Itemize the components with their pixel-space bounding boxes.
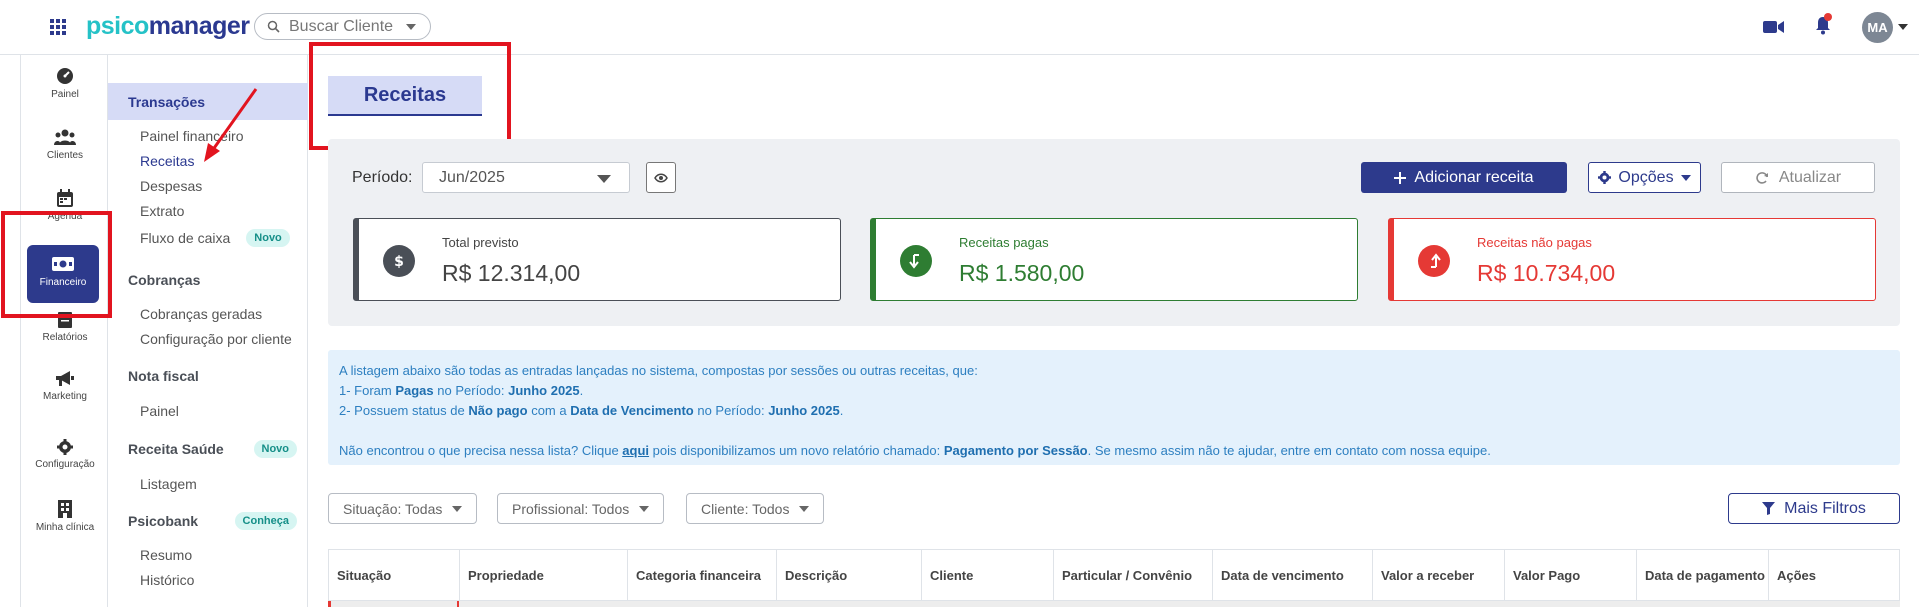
summary-panel: Período: Jun/2025 Adicionar receita Opçõ… [328, 139, 1900, 326]
arrow-up-icon [1418, 245, 1450, 277]
chevron-down-icon [799, 505, 810, 512]
report-link[interactable]: aqui [622, 443, 649, 458]
table-row[interactable] [328, 601, 1900, 607]
subnav-item-despesas[interactable]: Despesas [140, 178, 202, 194]
subnav-item-listagem[interactable]: Listagem [140, 476, 197, 492]
info-box: A listagem abaixo são todas as entradas … [328, 350, 1900, 465]
gauge-icon [57, 68, 73, 84]
subnav-item-cobrancas-geradas[interactable]: Cobranças geradas [140, 306, 262, 322]
svg-text:$: $ [394, 254, 404, 269]
chevron-down-icon [597, 175, 611, 183]
annotation-box-title [309, 42, 511, 150]
chevron-down-icon [639, 505, 650, 512]
logo[interactable]: psicomanager [86, 12, 250, 41]
column-header[interactable]: Valor Pago [1505, 550, 1637, 600]
card-receitas-pagas: Receitas pagas R$ 1.580,00 [870, 218, 1358, 301]
plus-icon [1394, 171, 1407, 184]
top-bar: psicomanager Buscar Cliente MA [0, 0, 1919, 55]
periodo-select[interactable]: Jun/2025 [422, 162, 630, 193]
chevron-down-icon [406, 23, 417, 30]
nav-item-minha-clinica[interactable]: Minha clínica [21, 500, 109, 533]
gear-icon [1598, 171, 1612, 184]
gear-icon [57, 439, 73, 455]
periodo-label: Período: [352, 169, 413, 186]
column-header[interactable]: Valor a receber [1373, 550, 1505, 600]
subnav-item-extrato[interactable]: Extrato [140, 203, 184, 219]
toggle-values-button[interactable] [646, 162, 676, 193]
subnav-item-historico[interactable]: Histórico [140, 572, 194, 588]
nav-item-configuracao[interactable]: Configuração [21, 439, 109, 470]
nav-item-marketing[interactable]: Marketing [21, 371, 109, 402]
new-badge: Novo [246, 229, 290, 247]
filter-profissional[interactable]: Profissional: Todos [497, 493, 665, 524]
subnav-item-receitas[interactable]: Receitas [140, 153, 194, 169]
column-header[interactable]: Cliente [922, 550, 1054, 600]
new-badge: Novo [253, 440, 297, 458]
nav-item-clientes[interactable]: Clientes [21, 128, 109, 161]
subnav-item-nota-fiscal-painel[interactable]: Painel [140, 403, 179, 419]
receitas-table: Situação Propriedade Categoria financeir… [328, 549, 1900, 601]
search-client-dropdown[interactable]: Buscar Cliente [254, 13, 431, 40]
subnav-section-psicobank[interactable]: Psicobank Conheça [108, 509, 308, 533]
dollar-icon: $ [383, 245, 415, 277]
building-icon [58, 500, 72, 518]
video-camera-icon[interactable] [1763, 19, 1785, 35]
eye-icon [654, 173, 668, 182]
chevron-down-icon [452, 505, 463, 512]
annotation-arrow [204, 88, 258, 162]
column-header[interactable]: Propriedade [460, 550, 628, 600]
info-line-1: A listagem abaixo são todas as entradas … [339, 363, 978, 378]
info-line-2: 1- Foram Pagas no Período: Junho 2025. [339, 383, 584, 398]
add-receita-button[interactable]: Adicionar receita [1361, 162, 1567, 193]
megaphone-icon [56, 371, 74, 386]
filter-icon [1762, 502, 1776, 515]
filter-cliente[interactable]: Cliente: Todos [686, 493, 825, 524]
refresh-icon [1756, 171, 1768, 184]
subnav-section-cobrancas[interactable]: Cobranças [108, 268, 308, 292]
calendar-icon [57, 189, 73, 207]
conheca-badge: Conheça [234, 512, 297, 530]
search-icon [267, 20, 280, 33]
apps-grid-icon[interactable] [50, 19, 66, 35]
info-line-4: Não encontrou o que precisa nessa lista?… [339, 443, 1491, 458]
chevron-down-icon [1680, 174, 1691, 181]
column-header[interactable]: Situação [329, 550, 460, 600]
subnav-section-nota-fiscal[interactable]: Nota fiscal [108, 364, 308, 388]
info-line-3: 2- Possuem status de Não pago com a Data… [339, 403, 844, 418]
subnav-item-fluxo-de-caixa[interactable]: Fluxo de caixa Novo [140, 229, 290, 247]
column-header[interactable]: Categoria financeira [628, 550, 777, 600]
main-sidebar: Painel Clientes Agenda Financeiro Relató… [20, 55, 108, 607]
refresh-button[interactable]: Atualizar [1721, 162, 1875, 193]
card-total-previsto: $ Total previsto R$ 12.314,00 [353, 218, 841, 301]
column-header[interactable]: Descrição [777, 550, 922, 600]
column-header[interactable]: Ações [1769, 550, 1899, 600]
subnav-item-resumo[interactable]: Resumo [140, 547, 192, 563]
subnav-section-receita-saude[interactable]: Receita Saúde Novo [108, 437, 308, 461]
annotation-box-financeiro [1, 211, 112, 318]
card-receitas-nao-pagas: Receitas não pagas R$ 10.734,00 [1388, 218, 1876, 301]
more-filters-button[interactable]: Mais Filtros [1728, 493, 1900, 524]
column-header[interactable]: Data de vencimento [1213, 550, 1373, 600]
users-icon [54, 129, 76, 145]
column-header[interactable]: Particular / Convênio [1054, 550, 1213, 600]
avatar[interactable]: MA [1862, 12, 1893, 43]
search-placeholder: Buscar Cliente [289, 17, 394, 35]
arrow-down-icon [900, 245, 932, 277]
column-header[interactable]: Data de pagamento [1637, 550, 1769, 600]
subnav-item-configuracao-por-cliente[interactable]: Configuração por cliente [140, 331, 292, 347]
options-button[interactable]: Opções [1588, 162, 1701, 193]
notification-dot [1824, 13, 1832, 21]
filter-situacao[interactable]: Situação: Todas [328, 493, 478, 524]
nav-item-painel[interactable]: Painel [21, 67, 109, 100]
chevron-down-icon[interactable] [1898, 24, 1908, 30]
